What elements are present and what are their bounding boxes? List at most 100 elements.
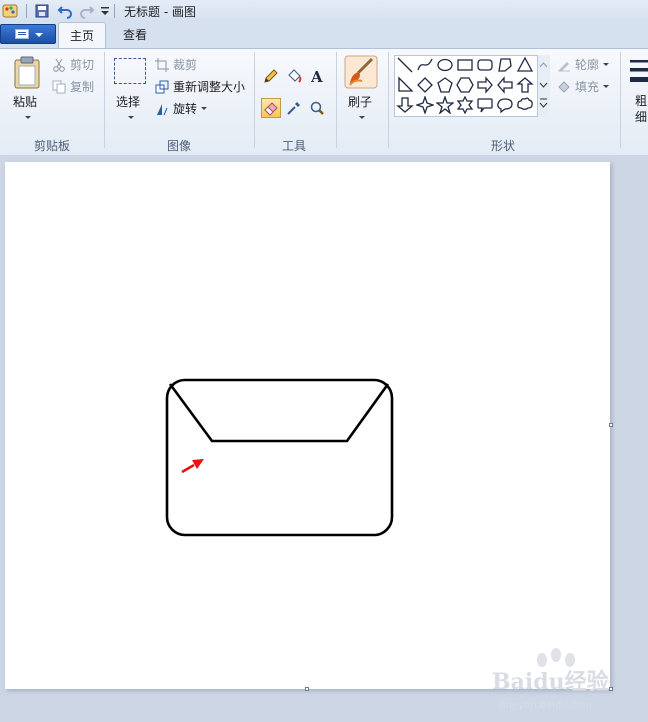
shape-curve-icon[interactable] bbox=[416, 56, 434, 74]
paint-app-icon[interactable] bbox=[1, 2, 19, 20]
cut-button[interactable]: 剪切 bbox=[52, 56, 94, 73]
shape-triangle-icon[interactable] bbox=[516, 56, 534, 74]
select-dropdown-icon[interactable] bbox=[128, 116, 134, 119]
shape-oval-callout-icon[interactable] bbox=[496, 96, 514, 114]
canvas-resize-handle-right[interactable] bbox=[609, 423, 613, 427]
window-title: 无标题 - 画图 bbox=[124, 5, 196, 19]
paste-icon[interactable] bbox=[12, 56, 42, 90]
copy-button[interactable]: 复制 bbox=[52, 78, 94, 95]
file-menu-button[interactable] bbox=[0, 24, 56, 44]
crop-label: 裁剪 bbox=[173, 58, 198, 72]
select-button[interactable]: 选择 bbox=[116, 93, 140, 110]
tools-group-label: 工具 bbox=[281, 139, 306, 153]
shapes-group-label: 形状 bbox=[490, 139, 515, 153]
resize-icon bbox=[155, 80, 169, 93]
shape-six-point-star-icon[interactable] bbox=[456, 96, 474, 114]
crop-icon bbox=[155, 57, 169, 72]
gallery-more-icon bbox=[539, 98, 548, 108]
pencil-tool[interactable] bbox=[261, 66, 281, 86]
color-picker-tool[interactable] bbox=[284, 98, 304, 118]
rotate-icon bbox=[157, 103, 168, 115]
pencil-icon bbox=[264, 69, 278, 83]
scroll-up-icon bbox=[539, 62, 548, 68]
shape-down-arrow-icon[interactable] bbox=[396, 96, 414, 114]
canvas-resize-handle-corner[interactable] bbox=[609, 687, 613, 691]
red-arrow-icon bbox=[181, 459, 204, 474]
magnifier-icon bbox=[310, 101, 324, 115]
text-tool[interactable]: A bbox=[307, 66, 327, 86]
scroll-down-icon bbox=[539, 82, 548, 88]
undo-icon[interactable] bbox=[56, 2, 74, 20]
group-separator bbox=[104, 52, 105, 148]
outline-pen-icon bbox=[558, 61, 570, 72]
shape-diamond-icon[interactable] bbox=[416, 76, 434, 94]
shape-four-point-star-icon[interactable] bbox=[416, 96, 434, 114]
shape-right-arrow-icon[interactable] bbox=[476, 76, 494, 94]
paste-button[interactable]: 粘贴 bbox=[13, 93, 37, 110]
scissors-icon bbox=[53, 58, 65, 72]
eyedropper-icon bbox=[287, 102, 300, 115]
magnifier-tool[interactable] bbox=[307, 98, 327, 118]
brushes-dropdown-icon[interactable] bbox=[359, 116, 365, 119]
svg-text:A: A bbox=[310, 68, 323, 84]
brushes-button[interactable]: 刷子 bbox=[348, 93, 372, 110]
fill-tool[interactable] bbox=[284, 66, 304, 86]
shapes-gallery-scrollbar[interactable] bbox=[537, 55, 550, 117]
shape-rounded-callout-icon[interactable] bbox=[476, 96, 494, 114]
title-bar: 无标题 - 画图 bbox=[0, 0, 648, 23]
canvas-resize-handle-bottom[interactable] bbox=[305, 687, 309, 691]
text-icon: A bbox=[310, 68, 323, 84]
chevron-down-icon bbox=[35, 33, 43, 37]
shape-hexagon-icon[interactable] bbox=[456, 76, 474, 94]
redo-icon[interactable] bbox=[78, 2, 96, 20]
group-separator bbox=[254, 52, 255, 148]
shape-rounded-rectangle-icon[interactable] bbox=[476, 56, 494, 74]
group-separator bbox=[388, 52, 389, 148]
group-separator bbox=[336, 52, 337, 148]
fill-bucket-icon bbox=[558, 80, 570, 93]
resize-button[interactable]: 重新调整大小 bbox=[155, 78, 245, 95]
select-icon[interactable] bbox=[114, 58, 146, 84]
envelope-drawing bbox=[165, 378, 394, 537]
image-group-label: 图像 bbox=[166, 139, 191, 153]
rotate-dropdown-icon bbox=[201, 107, 208, 110]
title-separator bbox=[114, 4, 115, 18]
file-menu-icon bbox=[15, 29, 29, 39]
outline-button[interactable]: 轮廓 bbox=[557, 56, 610, 73]
shape-five-point-star-icon[interactable] bbox=[436, 96, 454, 114]
fill-label: 填充 bbox=[575, 80, 600, 94]
shape-cloud-callout-icon[interactable] bbox=[516, 96, 534, 114]
rotate-button[interactable]: 旋转 bbox=[155, 100, 208, 117]
copy-label: 复制 bbox=[70, 80, 95, 94]
shape-rectangle-icon[interactable] bbox=[456, 56, 474, 74]
copy-icon bbox=[52, 80, 66, 93]
shape-right-triangle-icon[interactable] bbox=[396, 76, 414, 94]
eraser-icon bbox=[264, 102, 278, 116]
paint-bucket-icon bbox=[288, 69, 302, 83]
crop-button[interactable]: 裁剪 bbox=[155, 56, 197, 73]
group-separator bbox=[620, 52, 621, 148]
shape-pentagon-icon[interactable] bbox=[436, 76, 454, 94]
cut-label: 剪切 bbox=[70, 58, 95, 72]
shape-polygon-icon[interactable] bbox=[496, 56, 514, 74]
size-button[interactable]: 粗细 bbox=[635, 93, 648, 125]
drawing-canvas[interactable] bbox=[5, 162, 610, 689]
fill-dropdown-icon bbox=[603, 85, 610, 88]
fill-button[interactable]: 填充 bbox=[557, 78, 610, 95]
save-icon[interactable] bbox=[33, 2, 51, 20]
outline-dropdown-icon bbox=[603, 63, 610, 66]
eraser-tool[interactable] bbox=[261, 98, 281, 118]
line-size-icon[interactable] bbox=[628, 58, 648, 84]
customize-quick-access-icon[interactable] bbox=[96, 2, 114, 20]
shape-line-icon[interactable] bbox=[396, 56, 414, 74]
brush-icon[interactable] bbox=[344, 55, 378, 89]
resize-label: 重新调整大小 bbox=[173, 80, 246, 94]
shape-oval-icon[interactable] bbox=[436, 56, 454, 74]
clipboard-group-label: 剪贴板 bbox=[33, 139, 70, 153]
tab-home[interactable]: 主页 bbox=[58, 22, 106, 49]
tab-view[interactable]: 查看 bbox=[110, 22, 160, 49]
shape-left-arrow-icon[interactable] bbox=[496, 76, 514, 94]
shape-up-arrow-icon[interactable] bbox=[516, 76, 534, 94]
paste-dropdown-icon[interactable] bbox=[25, 116, 31, 119]
envelope-flap bbox=[168, 383, 390, 443]
